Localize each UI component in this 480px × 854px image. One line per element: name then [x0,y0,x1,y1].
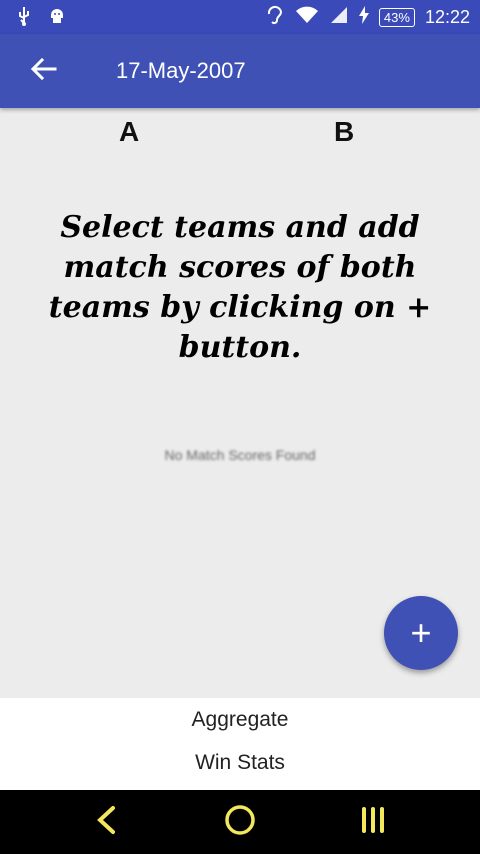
nav-back-icon [95,805,117,840]
wifi-icon [295,5,319,30]
battery-indicator: 43% [378,7,415,27]
app-bar: 17-May-2007 [0,34,480,108]
status-clock: 12:22 [424,6,470,27]
usb-icon [16,6,32,31]
nav-menu-icon [360,805,386,840]
arrow-back-icon [30,57,57,85]
nav-home-icon [224,804,256,841]
nav-menu-button[interactable] [353,802,393,842]
nav-home-button[interactable] [220,802,260,842]
add-score-fab[interactable]: + [384,596,458,670]
signal-icon [329,5,349,30]
status-left-icons [16,6,66,31]
charging-bolt-icon [358,5,369,29]
team-b-header: B [334,116,355,147]
empty-state-message: No Match Scores Found [164,447,316,463]
aggregate-button[interactable]: Aggregate [0,708,480,732]
status-right-icons: 43% 12:22 [265,5,470,29]
team-a-header: A [119,116,140,147]
bottom-panel: Aggregate Win Stats [0,698,480,790]
plus-icon: + [410,612,432,653]
system-nav-bar [0,790,480,854]
instructions-text: Select teams and add match scores of bot… [48,210,432,365]
win-stats-button[interactable]: Win Stats [0,751,480,775]
hearing-aid-icon [265,4,285,31]
nav-back-button[interactable] [86,802,126,842]
back-button[interactable] [22,50,66,92]
android-debug-icon [48,6,66,31]
status-bar: 43% 12:22 [0,0,480,34]
page-title: 17-May-2007 [116,58,246,83]
